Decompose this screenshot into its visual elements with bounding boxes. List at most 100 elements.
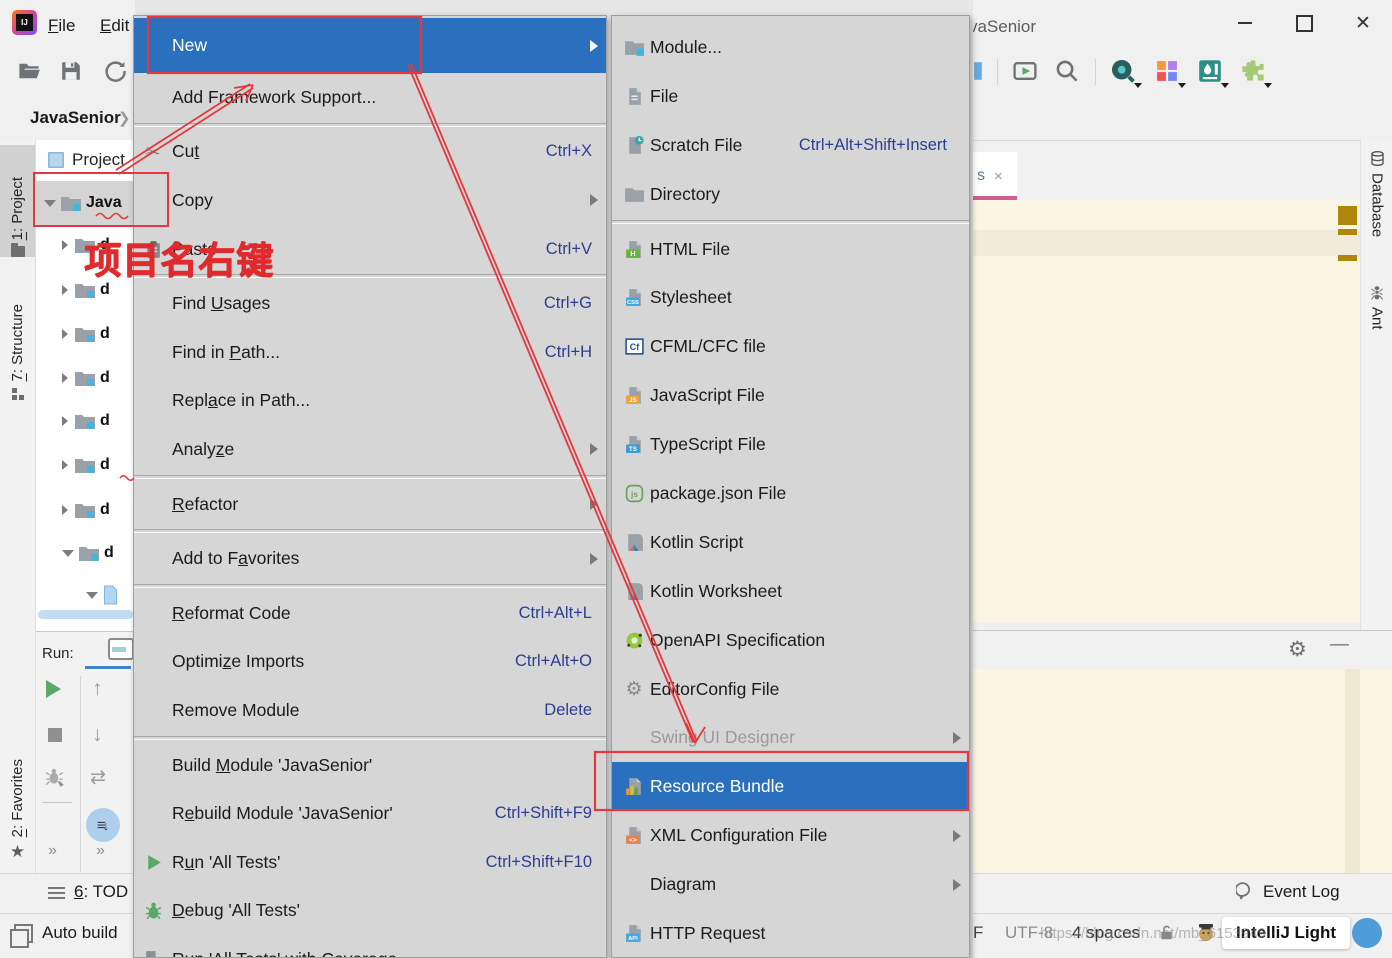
submenu-item-kotlin-script[interactable]: Kotlin Script [612, 518, 969, 567]
submenu-item-file[interactable]: File [612, 72, 969, 121]
stop-button[interactable] [48, 728, 62, 742]
project-view-selector[interactable]: Project [36, 140, 135, 180]
submenu-item-xml-configuration-file[interactable]: <>XML Configuration File [612, 811, 969, 860]
minimize-button[interactable] [1230, 10, 1260, 36]
expand-arrow-icon[interactable] [62, 240, 68, 250]
database-tool-icon[interactable] [1195, 56, 1225, 86]
tree-row[interactable]: d [36, 225, 135, 265]
breadcrumb[interactable]: JavaSenior [30, 108, 121, 128]
submenu-item-swing-ui-designer[interactable]: Swing UI Designer [612, 713, 969, 762]
expand-arrow-icon[interactable] [62, 460, 68, 470]
menu-item-copy[interactable]: Copy [134, 176, 606, 225]
submenu-item-module[interactable]: Module... [612, 23, 969, 72]
rerun-button[interactable] [46, 680, 61, 698]
submenu-item-cfml-cfc-file[interactable]: CfCFML/CFC file [612, 322, 969, 371]
menu-item-reformat-code[interactable]: Reformat CodeCtrl+Alt+L [134, 589, 606, 638]
save-icon[interactable] [56, 56, 86, 86]
line-ending-widget[interactable]: F [973, 923, 983, 943]
menu-item-add-framework-support[interactable]: Add Framework Support... [134, 73, 606, 122]
tool-tab-todo[interactable]: 6: TOD [74, 882, 128, 902]
expand-arrow-icon[interactable] [62, 505, 68, 515]
submenu-item-kotlin-worksheet[interactable]: Kotlin Worksheet [612, 567, 969, 616]
horizontal-scrollbar[interactable] [38, 610, 133, 619]
console-scrollbar[interactable] [1345, 669, 1360, 873]
open-icon[interactable] [14, 56, 44, 86]
menu-item-run-all-tests[interactable]: Run 'All Tests'Ctrl+Shift+F10 [134, 838, 606, 887]
submenu-item-editorconfig-file[interactable]: ⚙EditorConfig File [612, 665, 969, 714]
run-tab-icon[interactable] [108, 638, 134, 660]
submenu-item-openapi-specification[interactable]: OpenAPI Specification [612, 616, 969, 665]
menu-item-add-to-favorites[interactable]: Add to Favorites [134, 534, 606, 583]
close-tab-icon[interactable]: × [994, 168, 1003, 185]
submenu-item-javascript-file[interactable]: JSJavaScript File [612, 371, 969, 420]
restore-layout-icon[interactable]: ⇄ [90, 768, 106, 787]
expand-arrow-icon[interactable] [62, 329, 68, 339]
expand-arrow-icon[interactable] [62, 416, 68, 426]
menu-item-find-usages[interactable]: Find UsagesCtrl+G [134, 279, 606, 328]
expand-arrow-icon[interactable] [62, 285, 68, 295]
tree-row[interactable] [36, 575, 135, 615]
tree-row[interactable]: d [36, 314, 135, 354]
collapse-arrow-icon[interactable] [44, 200, 56, 207]
plugins-puzzle-icon[interactable] [1238, 56, 1268, 86]
html-icon: H [623, 238, 645, 260]
refresh-icon[interactable] [100, 56, 130, 86]
colors-grid-icon[interactable] [1152, 56, 1182, 86]
tool-tab-database[interactable]: Database [1361, 150, 1392, 237]
more-actions-button[interactable]: » [96, 842, 105, 860]
submenu-item-directory[interactable]: Directory [612, 170, 969, 219]
menu-item-build-module-javasenior[interactable]: Build Module 'JavaSenior' [134, 741, 606, 790]
tree-row[interactable]: d [36, 401, 135, 441]
editor-pane[interactable] [973, 200, 1360, 622]
expand-arrow-icon[interactable] [62, 373, 68, 383]
event-log-button[interactable]: Event Log [1236, 882, 1340, 902]
hide-panel-icon[interactable]: — [1330, 634, 1349, 656]
menu-item-find-in-path[interactable]: Find in Path...Ctrl+H [134, 328, 606, 377]
menu-item-debug-all-tests[interactable]: Debug 'All Tests' [134, 887, 606, 936]
tree-row[interactable]: d [36, 358, 135, 398]
tool-tab-project[interactable]: 1: Project [0, 145, 35, 257]
tree-row[interactable]: d [36, 270, 135, 310]
query-console-icon[interactable] [1108, 56, 1138, 86]
menu-item-optimize-imports[interactable]: Optimize ImportsCtrl+Alt+O [134, 638, 606, 687]
submenu-item-resource-bundle[interactable]: Resource Bundle [612, 762, 969, 811]
tree-row[interactable]: d [36, 490, 135, 530]
more-actions-button[interactable]: » [48, 842, 57, 860]
up-stack-icon[interactable]: ↑ [92, 678, 103, 699]
menu-file[interactable]: File [48, 16, 75, 36]
menu-item-cut[interactable]: ✂CutCtrl+X [134, 128, 606, 177]
debug-rerun-icon[interactable] [44, 766, 66, 788]
submenu-item-html-file[interactable]: HHTML File [612, 225, 969, 274]
submenu-item-diagram[interactable]: Diagram [612, 860, 969, 909]
maximize-button[interactable] [1289, 10, 1319, 36]
tree-row[interactable]: d [36, 533, 135, 573]
menu-edit[interactable]: Edit [100, 16, 129, 36]
tool-tab-favorites[interactable]: 2: Favorites ★ [0, 735, 35, 860]
submenu-item-stylesheet[interactable]: CSSStylesheet [612, 273, 969, 322]
menu-item-refactor[interactable]: Refactor [134, 480, 606, 529]
menu-item-remove-module[interactable]: Remove ModuleDelete [134, 686, 606, 735]
submenu-item-http-request[interactable]: APIHTTP Request [612, 909, 969, 958]
submenu-item-typescript-file[interactable]: TSTypeScript File [612, 420, 969, 469]
collapse-arrow-icon[interactable] [86, 592, 98, 599]
menu-item-rebuild-module-javasenior[interactable]: Rebuild Module 'JavaSenior'Ctrl+Shift+F9 [134, 789, 606, 838]
close-button[interactable]: ✕ [1348, 10, 1378, 36]
gear-icon[interactable]: ⚙ [1288, 637, 1307, 662]
run-console[interactable] [973, 669, 1392, 873]
submenu-item-scratch-file[interactable]: Scratch FileCtrl+Alt+Shift+Insert [612, 121, 969, 170]
menu-item-replace-in-path[interactable]: Replace in Path... [134, 377, 606, 426]
menu-item-paste[interactable]: PasteCtrl+V [134, 225, 606, 274]
submenu-item-package-json-file[interactable]: jspackage.json File [612, 469, 969, 518]
tool-tab-structure[interactable]: 7: Structure [0, 278, 35, 400]
menu-item-analyze[interactable]: Analyze [134, 425, 606, 474]
pin-tab-button[interactable]: ≡↓ [86, 808, 120, 842]
collapse-arrow-icon[interactable] [62, 550, 74, 557]
menu-item-new[interactable]: New [134, 18, 606, 73]
down-stack-icon[interactable]: ↓ [92, 724, 103, 745]
menu-item-run-all-tests-with-coverage[interactable]: Run 'All Tests' with Coverage [134, 935, 606, 958]
tree-row[interactable]: d [36, 445, 135, 485]
tool-tab-ant[interactable]: Ant [1361, 285, 1392, 330]
run-anything-icon[interactable] [1010, 56, 1040, 86]
tree-row-selected-project[interactable]: Java [36, 181, 135, 225]
search-icon[interactable] [1052, 56, 1082, 86]
